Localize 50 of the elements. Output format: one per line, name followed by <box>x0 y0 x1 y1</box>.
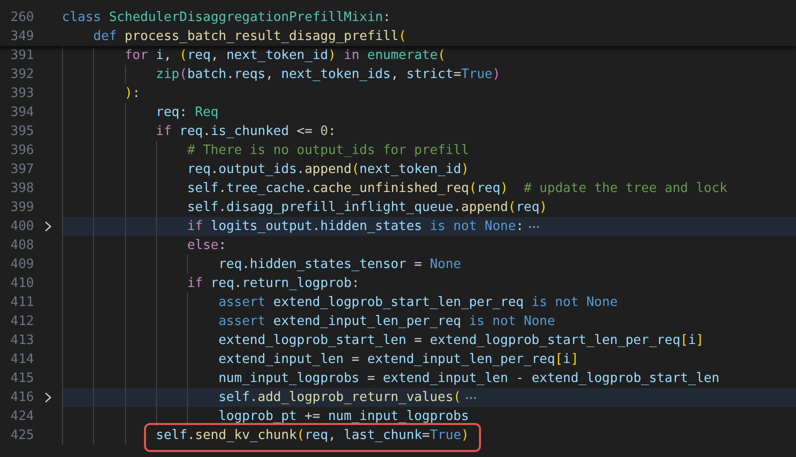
code-line: for i, (req, next_token_id) in enumerate( <box>124 47 446 65</box>
line-number: 260 <box>10 9 34 27</box>
line-number: 397 <box>10 161 34 179</box>
code-line: else: <box>187 237 226 255</box>
code-line: num_input_logprobs = extend_input_len - extend_logprob_start_len <box>218 370 720 388</box>
chevron-right-icon[interactable] <box>44 392 52 403</box>
line-number: 409 <box>10 256 34 274</box>
line-number: 425 <box>10 427 34 445</box>
code-line: if logits_output.hidden_states is not None: <box>187 218 524 236</box>
line-number: 412 <box>10 313 34 331</box>
code-line: class SchedulerDisaggregationPrefillMixin: <box>62 9 391 27</box>
line-number: 349 <box>10 28 34 46</box>
code-line: def process_batch_result_disagg_prefill( <box>93 28 406 46</box>
line-number: 391 <box>10 47 34 65</box>
code-line: # There is no output_ids for prefill <box>187 142 469 160</box>
code-line: self.send_kv_chunk(req, last_chunk=True) <box>156 428 469 442</box>
code-line: extend_logprob_start_len = extend_logprob_start_len_per_req[i] <box>218 332 704 350</box>
code-line: ): <box>124 85 140 103</box>
line-number: 393 <box>10 85 34 103</box>
code-line: logprob_pt += num_input_logprobs <box>218 408 469 426</box>
line-number: 411 <box>10 294 34 312</box>
line-number: 392 <box>10 66 34 84</box>
code-line: self.add_logprob_return_values( <box>218 389 462 407</box>
line-number: 394 <box>10 104 34 122</box>
line-number: 400 <box>10 218 34 236</box>
line-number: 414 <box>10 351 34 369</box>
chevron-right-icon[interactable] <box>44 221 52 232</box>
code-line: assert extend_logprob_start_len_per_req is not None <box>218 294 618 312</box>
code-line: if req.return_logprob: <box>187 275 360 293</box>
code-line: req.hidden_states_tensor = None <box>218 256 462 274</box>
code-line: self.tree_cache.cache_unfinished_req(req) # update the tree and lock <box>187 180 728 198</box>
ellipsis-icon[interactable] <box>528 225 540 229</box>
ellipsis-icon[interactable] <box>465 396 478 400</box>
code-line: if req.is_chunked <= 0: <box>156 123 336 141</box>
line-number: 415 <box>10 370 34 388</box>
line-number: 395 <box>10 123 34 141</box>
line-number: 416 <box>10 389 34 407</box>
line-number: 399 <box>10 199 34 217</box>
line-number: 398 <box>10 180 34 198</box>
line-number: 410 <box>10 275 34 293</box>
line-number: 413 <box>10 332 34 350</box>
code-line: self.disagg_prefill_inflight_queue.append(req) <box>187 199 548 217</box>
code-line: extend_input_len = extend_input_len_per_req[i] <box>218 351 579 369</box>
line-number: 424 <box>10 408 34 426</box>
code-line: req: Req <box>156 104 219 122</box>
code-line: zip(batch.reqs, next_token_ids, strict=True) <box>156 66 500 84</box>
line-number: 396 <box>10 142 34 160</box>
code-line: assert extend_input_len_per_req is not None <box>218 313 556 331</box>
code-line: req.output_ids.append(next_token_id) <box>187 161 469 179</box>
line-number: 408 <box>10 237 34 255</box>
